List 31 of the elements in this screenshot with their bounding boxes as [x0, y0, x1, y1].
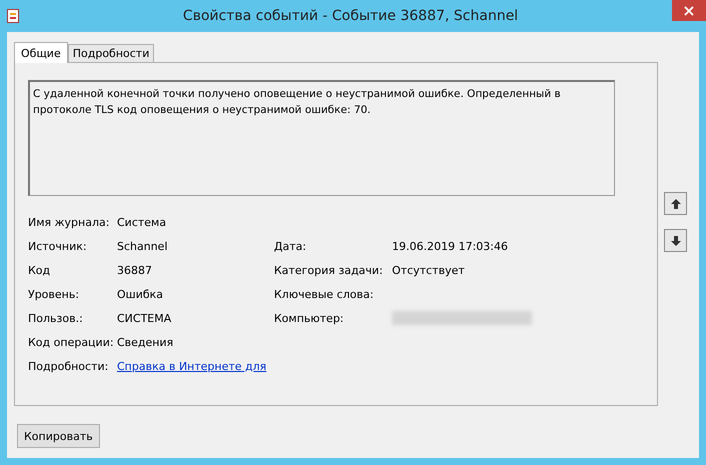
field-label: Источник: [28, 240, 88, 252]
field-value: Отсутствует [392, 264, 465, 276]
tab[interactable]: Общие [14, 42, 68, 63]
window-title: Свойства событий - Событие 36887, Schannel [182, 8, 520, 24]
document-icon [7, 9, 19, 23]
help-link[interactable]: Справка в Интернете для [117, 360, 266, 372]
field-label: Уровень: [28, 288, 80, 300]
field-value: 36887 [117, 264, 152, 276]
close-button[interactable]: × [672, 0, 706, 21]
field-label: Код [28, 264, 52, 276]
field-label: Код операции: [28, 336, 115, 348]
field-label: Пользов.: [28, 312, 84, 324]
field-label: Подробности: [28, 360, 110, 372]
up-arrow-icon [670, 198, 680, 208]
field-value: Ошибка [117, 288, 164, 300]
field-value: Сведения [117, 336, 174, 348]
field-value: 19.06.2019 17:03:46 [392, 240, 508, 252]
field-value: СИСТЕМА [117, 312, 172, 324]
copy-button[interactable]: Копировать [17, 424, 100, 448]
field-value: Система [117, 216, 166, 228]
field-label: Компьютер: [274, 312, 345, 324]
previous-button[interactable] [664, 192, 687, 215]
field-label: Дата: [274, 240, 308, 252]
tab[interactable]: Подробности [68, 44, 154, 62]
field-label: Имя журнала: [28, 216, 110, 228]
next-button[interactable] [664, 229, 687, 252]
field-label: Категория задачи: [274, 264, 384, 276]
field-value: Schannel [117, 240, 168, 252]
down-arrow-icon [670, 236, 680, 246]
description-text: С удаленной конечной точки получено оповещение о неустранимой ошибке. Определенный в протоколе TLS код оповещения о неустранимой ошибке: 70. [33, 88, 561, 116]
field-label: Ключевые слова: [274, 288, 375, 300]
